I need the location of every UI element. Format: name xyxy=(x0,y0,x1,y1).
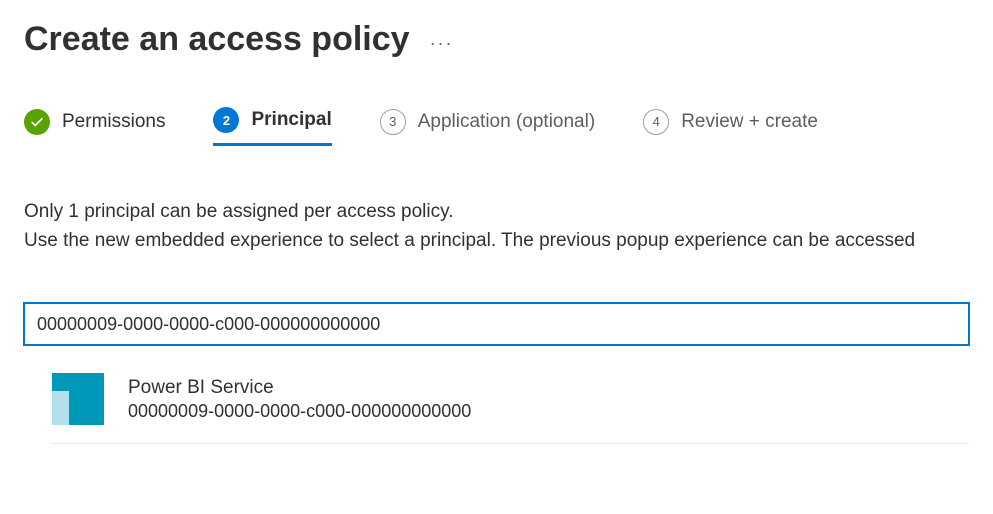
tab-review-create[interactable]: 4 Review + create xyxy=(643,107,818,146)
result-name: Power BI Service xyxy=(128,377,471,399)
description-line: Only 1 principal can be assigned per acc… xyxy=(24,198,969,227)
page-title: Create an access policy xyxy=(24,20,410,59)
tab-principal[interactable]: 2 Principal xyxy=(213,107,331,146)
step-number-badge: 4 xyxy=(643,109,669,135)
more-icon[interactable]: ··· xyxy=(430,25,454,54)
principal-result-item[interactable]: Power BI Service 00000009-0000-0000-c000… xyxy=(52,373,969,444)
result-id: 00000009-0000-0000-c000-000000000000 xyxy=(128,401,471,422)
principal-search-input[interactable] xyxy=(24,303,969,345)
description-line: Use the new embedded experience to selec… xyxy=(24,227,969,256)
page-header: Create an access policy ··· xyxy=(24,20,969,59)
tab-label: Review + create xyxy=(681,111,818,133)
app-tile-icon xyxy=(52,373,104,425)
tab-application[interactable]: 3 Application (optional) xyxy=(380,107,595,146)
step-number-badge: 3 xyxy=(380,109,406,135)
principal-result-list: Power BI Service 00000009-0000-0000-c000… xyxy=(24,373,969,444)
check-icon xyxy=(24,109,50,135)
tab-label: Principal xyxy=(251,109,331,131)
tab-label: Permissions xyxy=(62,111,165,133)
wizard-tabs: Permissions 2 Principal 3 Application (o… xyxy=(24,107,969,146)
step-number-badge: 2 xyxy=(213,107,239,133)
tab-label: Application (optional) xyxy=(418,111,595,133)
result-text-block: Power BI Service 00000009-0000-0000-c000… xyxy=(128,377,471,422)
tab-permissions[interactable]: Permissions xyxy=(24,107,165,146)
principal-description: Only 1 principal can be assigned per acc… xyxy=(24,198,969,255)
